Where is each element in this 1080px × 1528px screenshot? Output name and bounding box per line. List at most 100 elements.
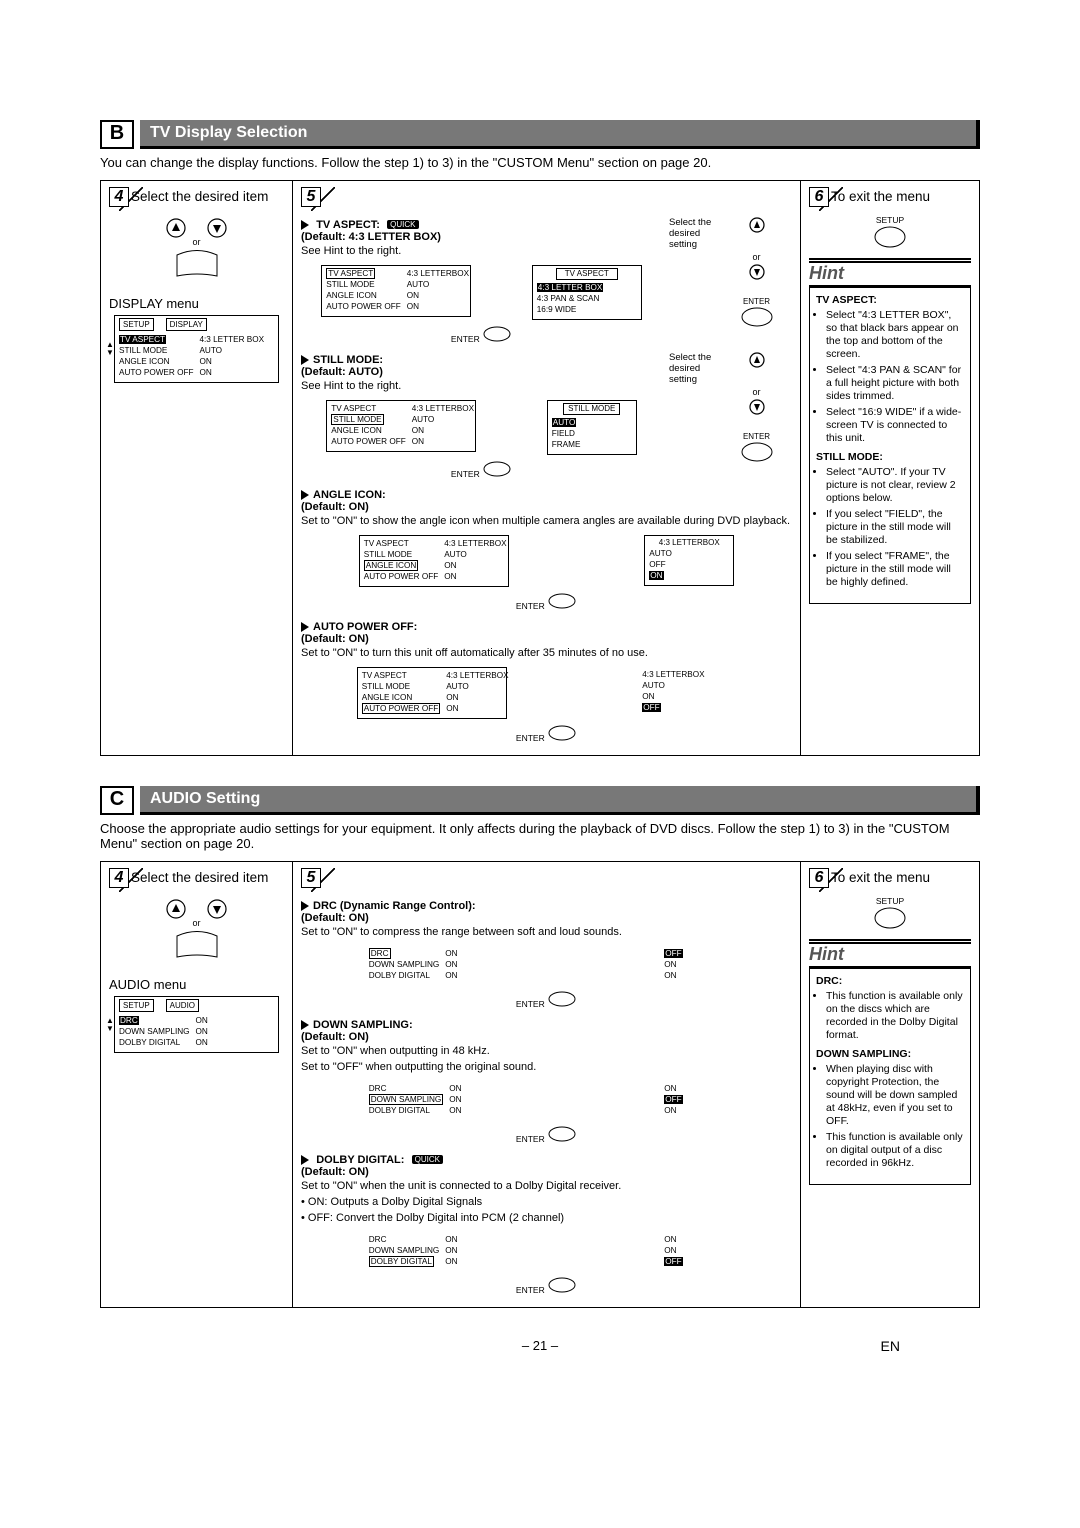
hint-bullet: When playing disc with copyright Protect…	[826, 1063, 964, 1128]
hint-body-b: TV ASPECT: Select "4:3 LETTER BOX", so t…	[809, 288, 971, 604]
step5c-header: 5	[301, 870, 792, 890]
step6-text: To exit the menu	[831, 189, 930, 204]
down-sampling-title: DOWN SAMPLING:	[313, 1019, 413, 1031]
tv-aspect-title: TV ASPECT:	[316, 219, 380, 231]
hint-bullet: Select "4:3 LETTER BOX", so that black b…	[826, 309, 964, 361]
down-button-icon	[744, 399, 770, 429]
display-menu-osd: ▲▼ SETUP DISPLAY TV ASPECT4:3 LETTER BOX…	[114, 315, 279, 383]
enter-button-icon	[547, 593, 577, 609]
dolby-digital-bullet2: • OFF: Convert the Dolby Digital into PC…	[301, 1212, 792, 1224]
step4-text: Select the desired item	[131, 189, 268, 204]
tv-aspect-default: (Default: 4:3 LETTER BOX)	[301, 231, 662, 243]
or-label: or	[729, 252, 784, 262]
enter-label: ENTER	[516, 999, 545, 1009]
osd-tab-display: DISPLAY	[166, 318, 207, 331]
step6-num: 6	[809, 187, 829, 207]
step5c-num: 5	[301, 868, 321, 888]
dolby-digital-title: DOLBY DIGITAL:	[316, 1154, 404, 1166]
osd-header: STILL MODE	[563, 403, 620, 415]
osd-tab-audio: AUDIO	[166, 999, 199, 1012]
auto-power-title: AUTO POWER OFF:	[313, 621, 417, 633]
step6-header: 6 To exit the menu	[809, 189, 971, 209]
drc-default: (Default: ON)	[301, 912, 792, 924]
angle-icon-desc: Set to "ON" to show the angle icon when …	[301, 515, 792, 527]
up-button-icon	[744, 217, 770, 247]
hint-bullet: Select "4:3 PAN & SCAN" for a full heigh…	[826, 364, 964, 403]
step4c-num: 4	[109, 868, 129, 888]
angle-icon-title: ANGLE ICON:	[313, 489, 386, 501]
setup-label: SETUP	[809, 896, 971, 906]
enter-button-icon	[547, 725, 577, 741]
setup-button-icon	[873, 906, 907, 930]
display-menu-label: DISPLAY menu	[109, 296, 284, 311]
quick-pill: QUICK	[387, 220, 418, 229]
hint-ds-head: DOWN SAMPLING:	[816, 1048, 964, 1061]
enter-label: ENTER	[451, 469, 480, 479]
hint-bullet: Select "16:9 WIDE" if a wide-screen TV i…	[826, 406, 964, 445]
angle-icon-default: (Default: ON)	[301, 501, 792, 513]
down-sampling-desc1: Set to "ON" when outputting in 48 kHz.	[301, 1045, 792, 1057]
down-sampling-desc2: Set to "OFF" when outputting the origina…	[301, 1061, 792, 1073]
remote-outline-icon	[167, 250, 227, 278]
audio-menu-osd: ▲▼ SETUP AUDIO DRCON DOWN SAMPLINGON DOL…	[114, 996, 279, 1053]
still-mode-desc: See Hint to the right.	[301, 380, 662, 392]
enter-label: ENTER	[516, 1285, 545, 1295]
enter-button-icon	[547, 1277, 577, 1293]
dolby-digital-desc: Set to "ON" when the unit is connected t…	[301, 1180, 792, 1192]
step6c-header: 6 To exit the menu	[809, 870, 971, 890]
step5-header: 5	[301, 189, 792, 209]
hint-body-c: DRC: This function is available only on …	[809, 969, 971, 1185]
osd-tab-setup: SETUP	[119, 999, 154, 1012]
enter-button-icon	[547, 1126, 577, 1142]
select-setting-label: Select the desired setting	[669, 352, 727, 385]
enter-button-icon	[547, 991, 577, 1007]
enter-button-icon	[482, 461, 512, 477]
up-button-icon	[163, 896, 189, 926]
select-setting-label: Select the desired setting	[669, 217, 727, 250]
hint-drc-head: DRC:	[816, 975, 964, 988]
auto-power-default: (Default: ON)	[301, 633, 792, 645]
hint-tv-aspect-head: TV ASPECT:	[816, 294, 964, 307]
section-b-title: TV Display Selection	[140, 120, 980, 149]
enter-label: ENTER	[451, 334, 480, 344]
enter-label: ENTER	[729, 297, 784, 306]
drc-title: DRC (Dynamic Range Control):	[313, 900, 476, 912]
or-label: or	[729, 387, 784, 397]
section-c-title: AUDIO Setting	[140, 786, 980, 815]
still-mode-title: STILL MODE:	[313, 354, 383, 366]
osd-header: 4:3 LETTERBOX	[649, 538, 729, 548]
or-label: or	[192, 237, 200, 247]
auto-power-desc: Set to "ON" to turn this unit off automa…	[301, 647, 792, 659]
section-c-flow: 4 Select the desired item or AUDIO menu …	[100, 861, 980, 1308]
enter-label: ENTER	[516, 601, 545, 611]
hint-bullet: If you select "FIELD", the picture in th…	[826, 508, 964, 547]
down-button-icon	[744, 264, 770, 294]
enter-button-icon	[740, 441, 774, 463]
down-sampling-default: (Default: ON)	[301, 1031, 792, 1043]
down-button-icon	[204, 215, 230, 245]
or-label: or	[192, 918, 200, 928]
step6c-num: 6	[809, 868, 829, 888]
language-mark: EN	[881, 1338, 900, 1354]
up-button-icon	[163, 215, 189, 245]
setup-button-icon	[873, 225, 907, 249]
drc-desc: Set to "ON" to compress the range betwee…	[301, 926, 792, 938]
hint-still-mode-head: STILL MODE:	[816, 451, 964, 464]
enter-label: ENTER	[516, 1134, 545, 1144]
hint-bullet: If you select "FRAME", the picture in th…	[826, 550, 964, 589]
enter-button-icon	[482, 326, 512, 342]
setup-label: SETUP	[809, 215, 971, 225]
enter-button-icon	[740, 306, 774, 328]
step4c-text: Select the desired item	[131, 870, 268, 885]
step4-num: 4	[109, 187, 129, 207]
up-button-icon	[744, 352, 770, 382]
quick-pill: QUICK	[412, 1155, 443, 1164]
hint-bullet: This function is available only on digit…	[826, 1131, 964, 1170]
step4c-header: 4 Select the desired item	[109, 870, 284, 890]
enter-label: ENTER	[729, 432, 784, 441]
still-mode-default: (Default: AUTO)	[301, 366, 662, 378]
hint-header: Hint	[809, 261, 971, 288]
section-b-letter: B	[100, 120, 134, 149]
step4-header: 4 Select the desired item	[109, 189, 284, 209]
scroll-arrows-icon: ▲▼	[106, 1017, 114, 1033]
